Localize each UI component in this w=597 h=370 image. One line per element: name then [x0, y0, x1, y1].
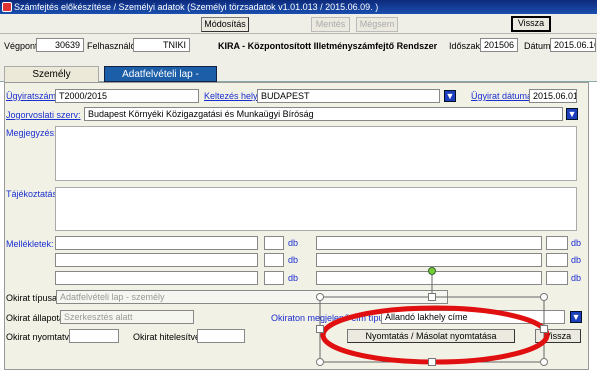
annotation-overlay	[319, 272, 550, 365]
resize-handle-t[interactable]	[428, 293, 436, 301]
resize-handle-tl[interactable]	[316, 293, 324, 301]
resize-handle-br[interactable]	[540, 358, 548, 366]
resize-handle-b[interactable]	[428, 358, 436, 366]
rotation-handle[interactable]	[428, 267, 436, 275]
resize-handle-tr[interactable]	[540, 293, 548, 301]
resize-handle-r[interactable]	[540, 325, 548, 333]
red-circle-annotation	[320, 305, 550, 365]
resize-handle-l[interactable]	[316, 325, 324, 333]
resize-handle-bl[interactable]	[316, 358, 324, 366]
